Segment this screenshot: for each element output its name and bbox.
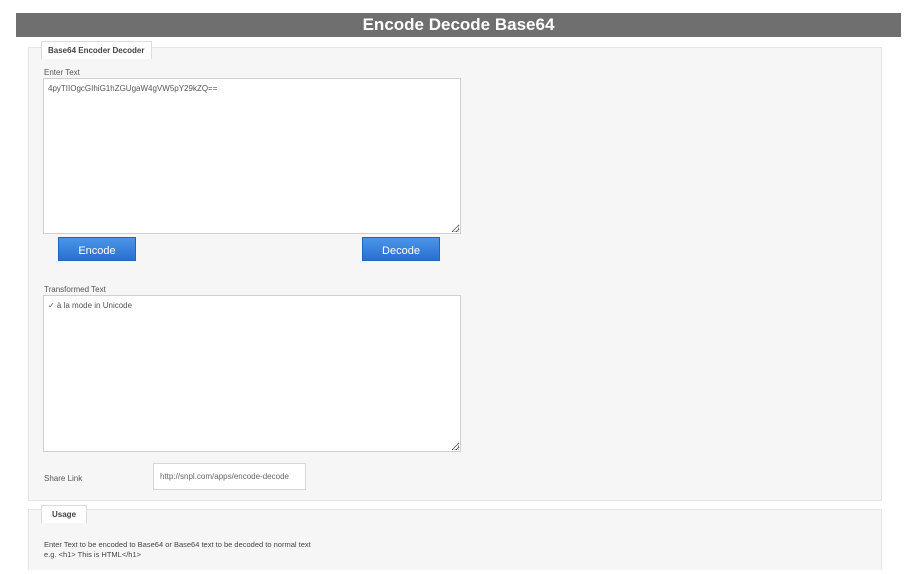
- decode-button[interactable]: Decode: [362, 237, 440, 261]
- output-textarea[interactable]: ✓ à la mode in Unicode: [43, 295, 461, 452]
- resize-grip-icon[interactable]: [452, 225, 459, 232]
- page-title: Encode Decode Base64: [16, 13, 901, 37]
- input-textarea[interactable]: 4pyTIIOgcGIhiG1hZGUgaW4gVW5pY29kZQ==: [43, 78, 461, 234]
- share-link-input[interactable]: http://snpl.com/apps/encode-decode: [153, 463, 306, 490]
- output-text: ✓ à la mode in Unicode: [48, 301, 133, 310]
- usage-line-1: Enter Text to be encoded to Base64 or Ba…: [44, 540, 311, 549]
- panel-legend: Base64 Encoder Decoder: [41, 41, 152, 59]
- input-label: Enter Text: [44, 68, 80, 77]
- usage-line-2: e.g. <h1> This is HTML</h1>: [44, 550, 141, 559]
- output-label: Transformed Text: [44, 285, 106, 294]
- share-label: Share Link: [44, 474, 83, 483]
- resize-grip-icon[interactable]: [452, 443, 459, 450]
- usage-legend: Usage: [41, 505, 88, 523]
- input-text: 4pyTIIOgcGIhiG1hZGUgaW4gVW5pY29kZQ==: [48, 84, 218, 93]
- encode-button[interactable]: Encode: [58, 237, 136, 261]
